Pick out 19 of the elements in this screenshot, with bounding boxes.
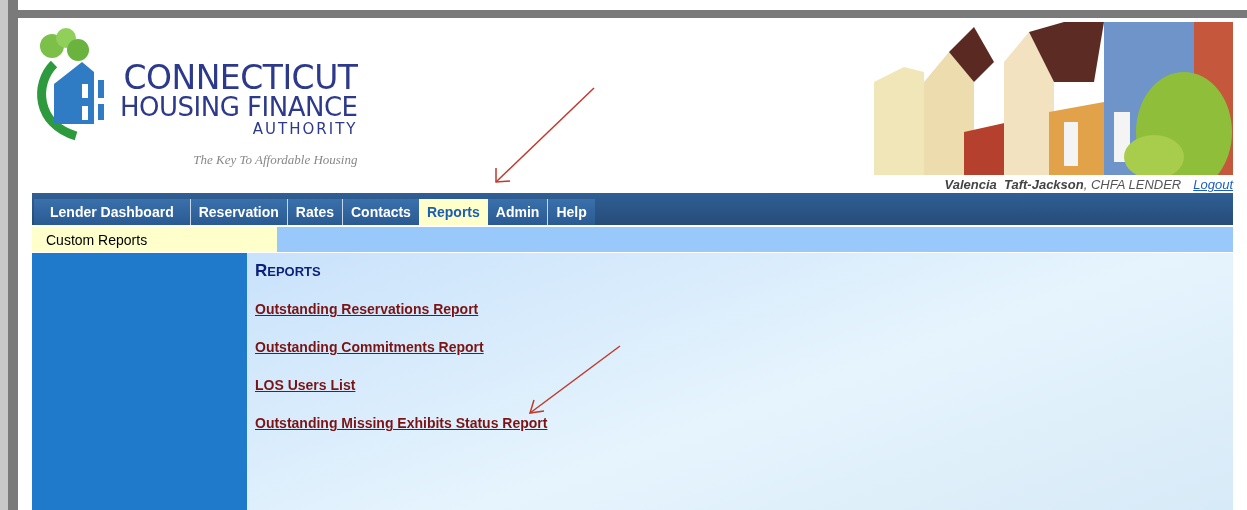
nav-tab[interactable]: Lender Dashboard: [34, 199, 190, 225]
nav-tab[interactable]: Admin: [487, 199, 548, 225]
section-title: REPORTS: [255, 261, 322, 281]
user-info: Valencia Taft-Jackson, CHFA LENDER: [944, 177, 1182, 192]
report-link[interactable]: LOS Users List: [255, 377, 1225, 393]
logo-title: CONNECTICUT: [123, 62, 358, 94]
nav-tab[interactable]: Rates: [286, 199, 342, 225]
subnav-tab[interactable]: Custom Reports: [32, 227, 277, 252]
tagline: The Key To Affordable Housing: [193, 152, 358, 168]
logo-subtitle: AUTHORITY: [252, 120, 358, 138]
report-link[interactable]: Outstanding Commitments Report: [255, 339, 1225, 355]
logout-link[interactable]: Logout: [1193, 177, 1233, 192]
nav-tab[interactable]: Contacts: [342, 199, 419, 225]
nav-tab[interactable]: Help: [547, 199, 595, 225]
nav-tab[interactable]: Reservation: [189, 199, 287, 225]
logo-subtitle: HOUSING FINANCE: [120, 94, 358, 120]
report-link[interactable]: Outstanding Missing Exhibits Status Report: [255, 415, 1225, 431]
report-link[interactable]: Outstanding Reservations Report: [255, 301, 1225, 317]
nav-tab[interactable]: Reports: [418, 199, 488, 225]
